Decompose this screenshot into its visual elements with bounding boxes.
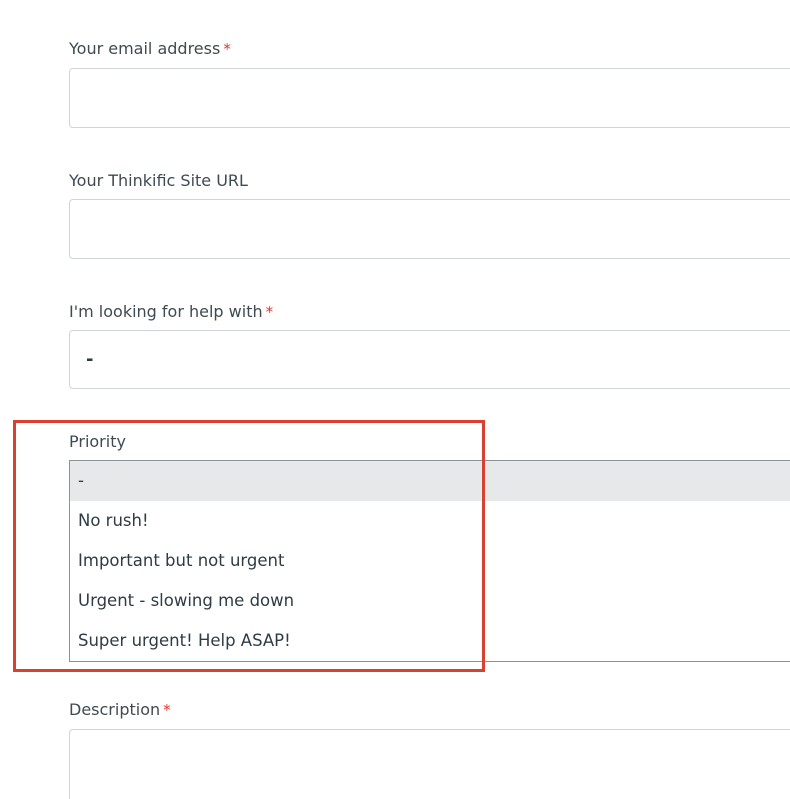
help-with-select[interactable]: - [69,330,790,389]
help-with-label-text: I'm looking for help with [69,302,263,321]
help-with-required-mark: * [265,303,274,321]
description-label: Description * [69,700,171,720]
description-required-mark: * [163,701,171,719]
email-required-mark: * [223,40,231,58]
priority-option-super-urgent[interactable]: Super urgent! Help ASAP! [70,621,790,661]
email-label: Your email address * [69,39,231,59]
site-url-field[interactable] [69,199,790,259]
priority-option-urgent[interactable]: Urgent - slowing me down [70,581,790,621]
description-textarea[interactable] [69,729,790,799]
priority-dropdown-list[interactable]: - No rush! Important but not urgent Urge… [69,460,790,662]
site-url-label: Your Thinkific Site URL [69,171,248,191]
priority-option-no-rush[interactable]: No rush! [70,501,790,541]
priority-label-text: Priority [69,432,126,451]
help-with-selected-value: - [86,349,94,370]
priority-option-none[interactable]: - [70,461,790,501]
email-field[interactable] [69,68,790,128]
description-label-text: Description [69,700,161,719]
support-form: Your email address * Your Thinkific Site … [0,0,790,799]
help-with-label: I'm looking for help with * [69,302,273,322]
priority-label: Priority [69,432,126,452]
priority-option-important[interactable]: Important but not urgent [70,541,790,581]
email-label-text: Your email address [69,39,221,58]
site-url-label-text: Your Thinkific Site URL [69,171,248,190]
